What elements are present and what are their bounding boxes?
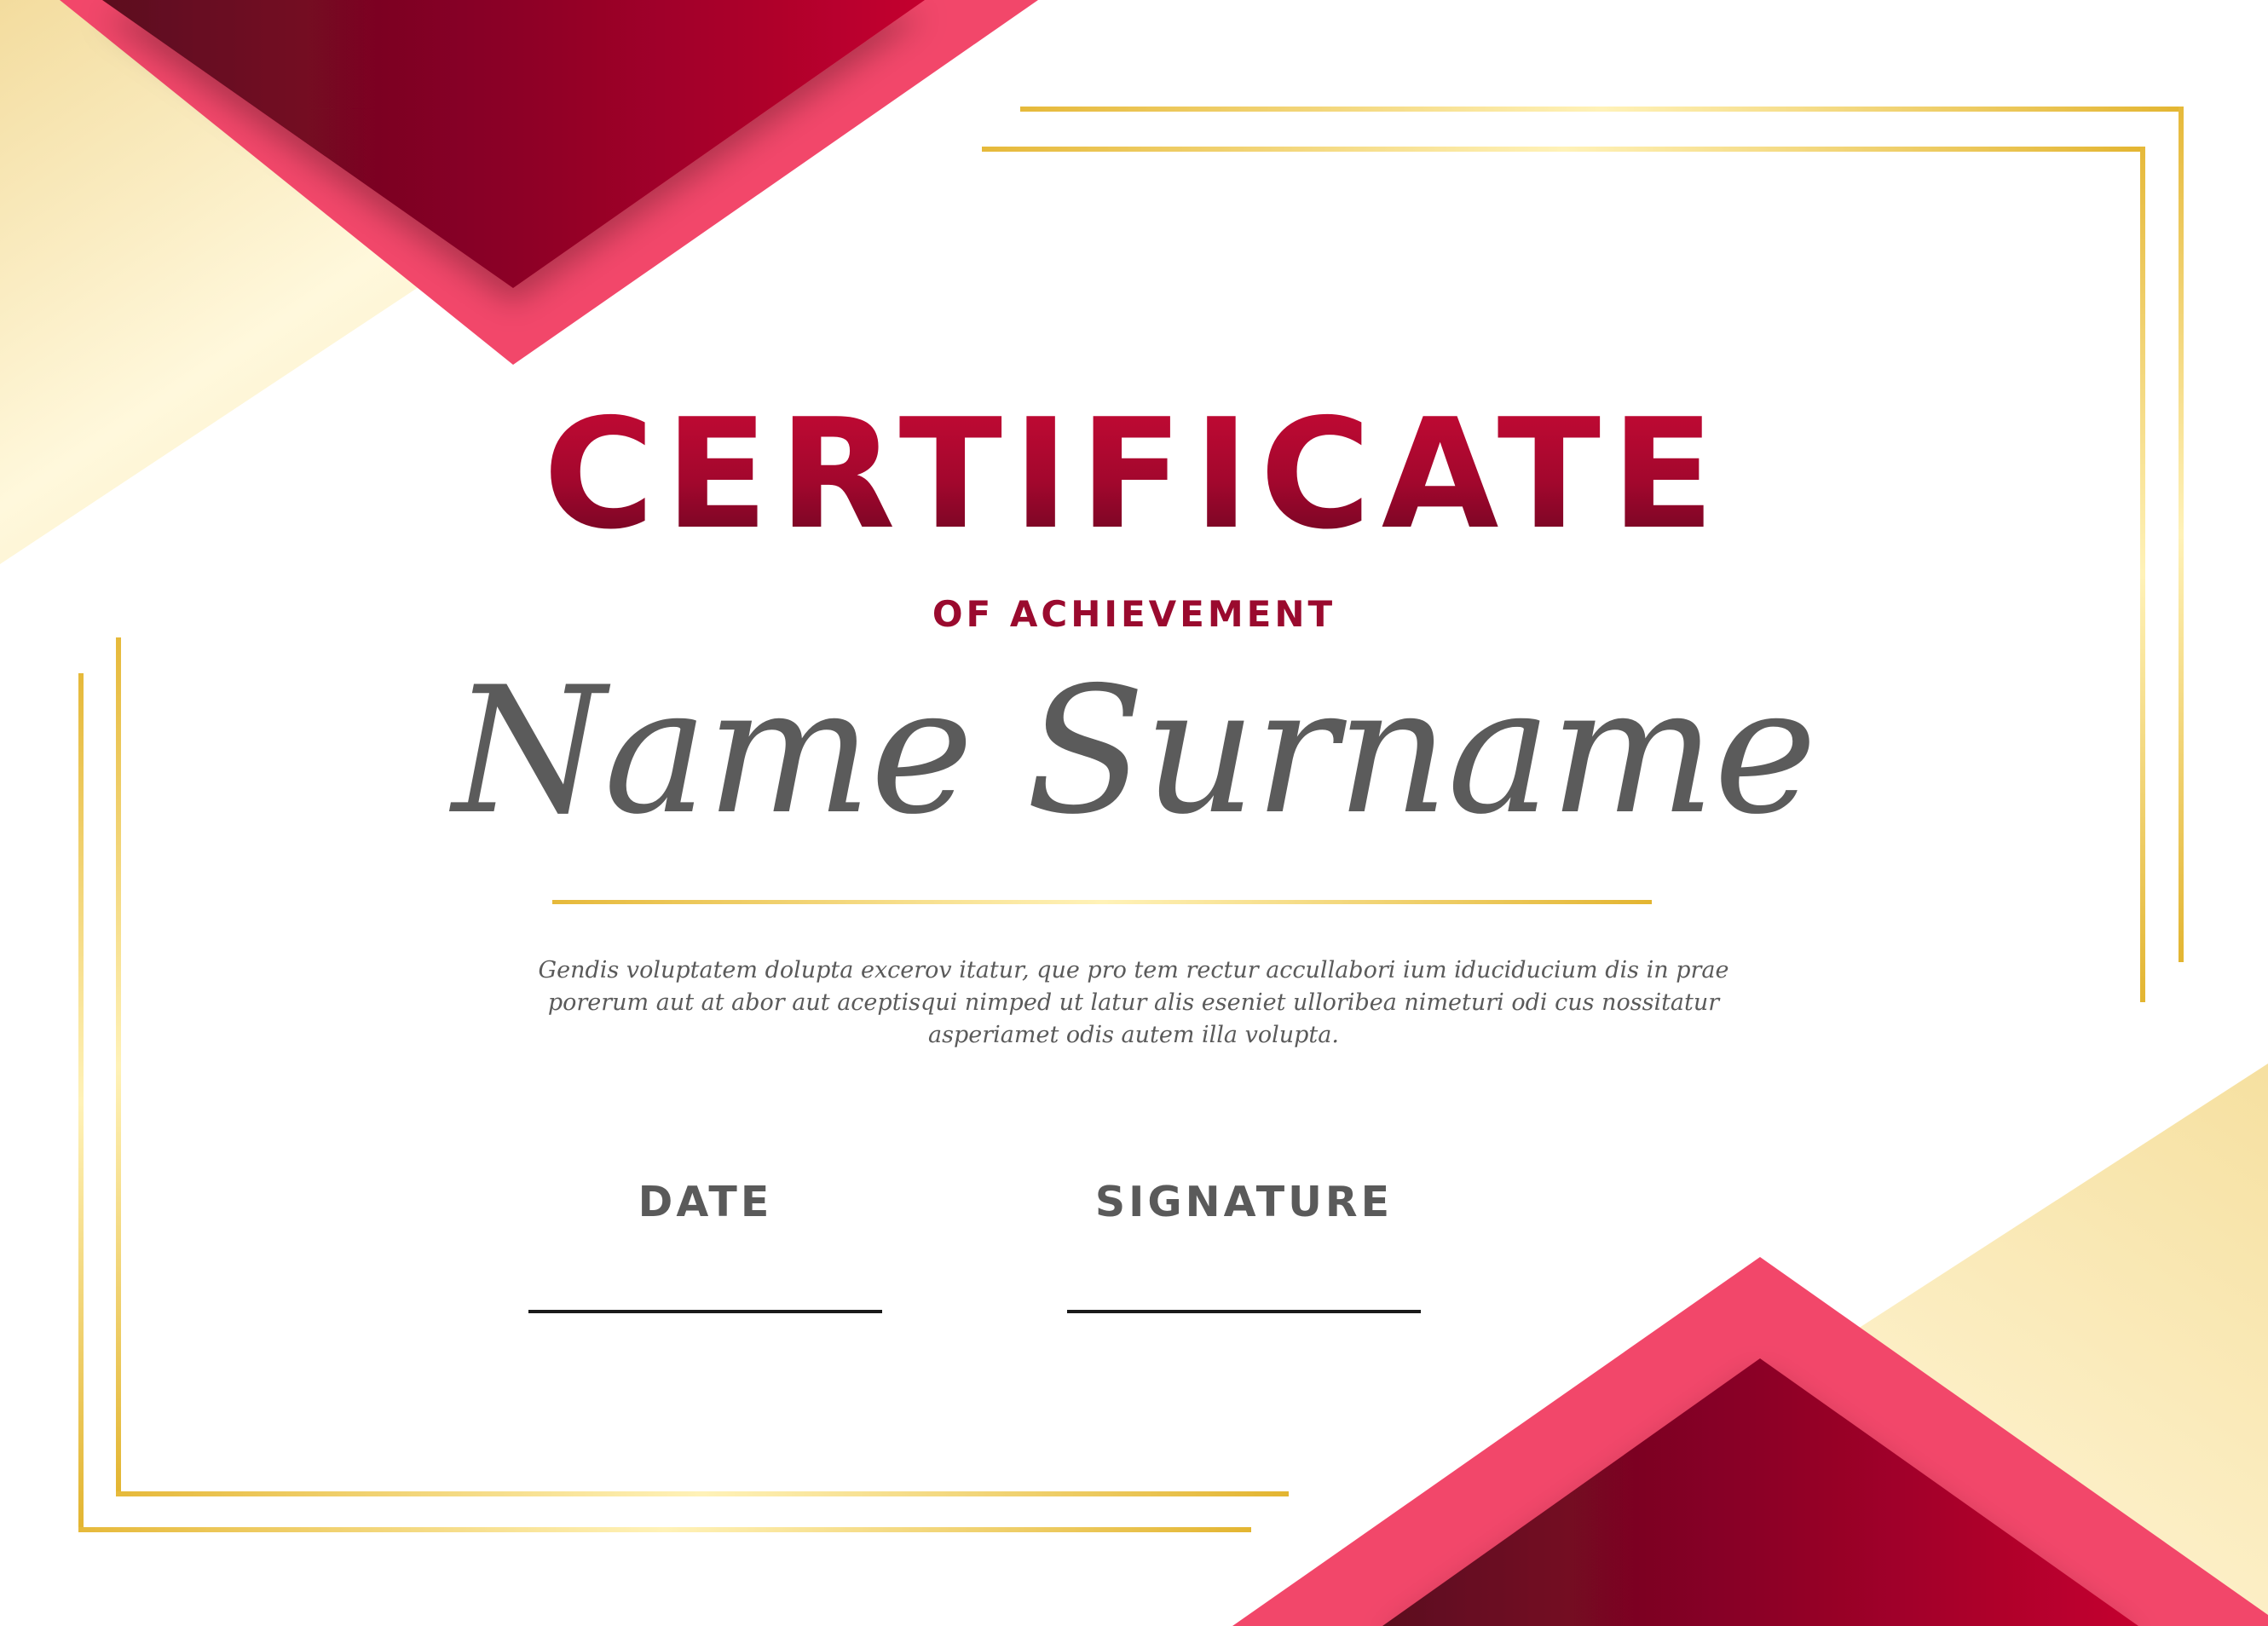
name-underline [552, 900, 1652, 904]
certificate-title: CERTIFICATE [0, 399, 2268, 551]
date-line [528, 1310, 882, 1313]
signature-line [1067, 1310, 1421, 1313]
certificate-body-text: Gendis voluptatem dolupta excerov itatur… [538, 957, 1729, 1048]
gold-frame-bottom-outer [78, 1527, 1251, 1532]
signature-label: SIGNATURE [1094, 1178, 1394, 1226]
date-label: DATE [638, 1178, 773, 1226]
gold-frame-top-outer [1020, 107, 2184, 112]
gold-frame-top-inner [982, 147, 2145, 152]
recipient-name: Name Surname [453, 650, 1817, 853]
gold-frame-right-inner [2140, 147, 2145, 1002]
certificate-subtitle: OF ACHIEVEMENT [932, 593, 1336, 635]
gold-frame-bottom-inner [116, 1491, 1289, 1496]
certificate-canvas: CERTIFICATE OF ACHIEVEMENT Name Surname … [0, 0, 2268, 1626]
